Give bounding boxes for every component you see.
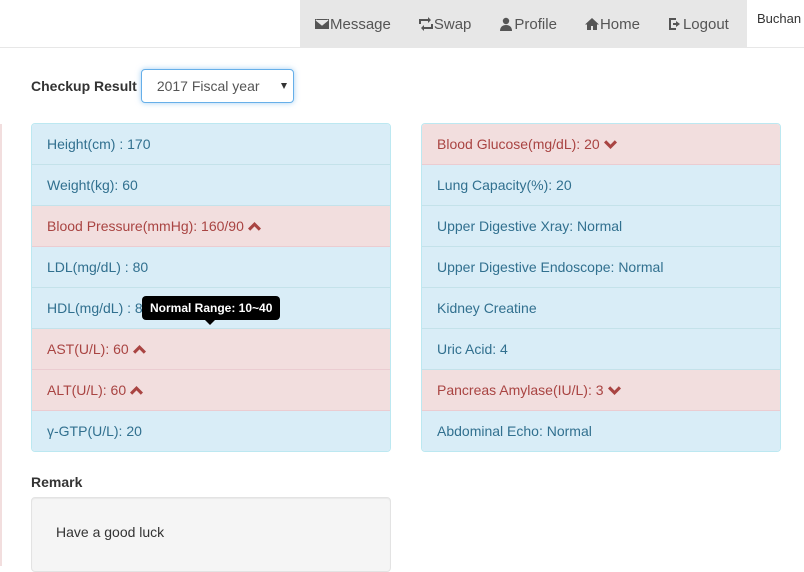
nav-menu: Message Swap Profile Home Logout bbox=[300, 0, 747, 48]
list-item: Abdominal Echo: Normal bbox=[422, 411, 780, 451]
nav-swap-label: Swap bbox=[433, 15, 472, 33]
nav-profile-label: Profile bbox=[514, 15, 557, 33]
top-navbar: Message Swap Profile Home Logout Buchan bbox=[0, 0, 804, 48]
list-item-text: LDL(mg/dL) : 80 bbox=[47, 259, 149, 275]
nav-home-label: Home bbox=[599, 15, 640, 33]
list-item-text: Upper Digestive Xray: Normal bbox=[437, 218, 623, 234]
remark-box: Have a good luck bbox=[31, 497, 391, 572]
list-item: γ-GTP(U/L): 20 bbox=[32, 411, 390, 451]
right-result-list: Blood Glucose(mg/dL): 20 Lung Capacity(%)… bbox=[421, 123, 781, 452]
list-item: Weight(kg): 60 bbox=[32, 165, 390, 206]
fiscal-year-value: 2017 Fiscal year bbox=[156, 78, 260, 94]
nav-message[interactable]: Message bbox=[300, 0, 405, 48]
chevron-down-icon bbox=[280, 83, 287, 89]
nav-swap[interactable]: Swap bbox=[405, 0, 486, 48]
list-item: LDL(mg/dL) : 80 bbox=[32, 247, 390, 288]
list-item-text: Blood Glucose(mg/dL): 20 bbox=[437, 136, 600, 152]
fiscal-year-select[interactable]: 2017 Fiscal year bbox=[140, 69, 294, 103]
list-item-text: Upper Digestive Endoscope: Normal bbox=[437, 259, 664, 275]
nav-username[interactable]: Buchan bbox=[757, 11, 801, 26]
checkup-label: Checkup Result bbox=[31, 78, 137, 94]
nav-profile[interactable]: Profile bbox=[485, 0, 571, 48]
chevron-up-icon[interactable] bbox=[247, 221, 261, 231]
home-icon bbox=[584, 18, 599, 30]
chevron-down-icon[interactable] bbox=[607, 385, 621, 395]
checkup-row: Checkup Result 2017 Fiscal year bbox=[31, 69, 294, 103]
list-item-text: Uric Acid: 4 bbox=[437, 341, 508, 357]
list-item: ALT(U/L): 60 bbox=[32, 370, 390, 411]
list-item: Pancreas Amylase(IU/L): 3 bbox=[422, 370, 780, 411]
list-item: Blood Pressure(mmHg): 160/90 bbox=[32, 206, 390, 247]
list-item-text: AST(U/L): 60 bbox=[47, 341, 129, 357]
nav-home[interactable]: Home bbox=[571, 0, 654, 48]
left-accent-bar bbox=[0, 124, 2, 566]
list-item: Height(cm) : 170 bbox=[32, 124, 390, 165]
nav-message-label: Message bbox=[330, 15, 391, 33]
logout-icon bbox=[668, 18, 680, 30]
list-item-text: ALT(U/L): 60 bbox=[47, 382, 127, 398]
list-item: Blood Glucose(mg/dL): 20 bbox=[422, 124, 780, 165]
list-item: Uric Acid: 4 bbox=[422, 329, 780, 370]
remark-label: Remark bbox=[31, 474, 83, 490]
nav-logout-label: Logout bbox=[682, 15, 729, 33]
list-item: Kidney Creatine bbox=[422, 288, 780, 329]
chevron-up-icon[interactable] bbox=[132, 344, 146, 354]
list-item: Upper Digestive Endoscope: Normal bbox=[422, 247, 780, 288]
list-item: Upper Digestive Xray: Normal bbox=[422, 206, 780, 247]
chevron-down-icon[interactable] bbox=[603, 139, 617, 149]
list-item-text: Blood Pressure(mmHg): 160/90 bbox=[47, 218, 244, 234]
list-item-text: Height(cm) : 170 bbox=[47, 136, 151, 152]
list-item-text: Weight(kg): 60 bbox=[47, 177, 138, 193]
retweet-icon bbox=[418, 17, 433, 31]
nav-logout[interactable]: Logout bbox=[654, 0, 743, 48]
remark-text: Have a good luck bbox=[56, 524, 165, 540]
list-item: AST(U/L): 60 bbox=[32, 329, 390, 370]
list-item-text: Abdominal Echo: Normal bbox=[437, 423, 592, 439]
list-item-text: Lung Capacity(%): 20 bbox=[437, 177, 572, 193]
envelope-icon bbox=[315, 19, 329, 29]
normal-range-tooltip: Normal Range: 10~40 bbox=[142, 296, 281, 325]
list-item-text: γ-GTP(U/L): 20 bbox=[47, 423, 142, 439]
list-item-text: Kidney Creatine bbox=[437, 300, 537, 316]
chevron-up-icon[interactable] bbox=[130, 385, 144, 395]
list-item: Lung Capacity(%): 20 bbox=[422, 165, 780, 206]
left-result-list: Height(cm) : 170 Weight(kg): 60 Blood Pres… bbox=[31, 123, 391, 452]
user-icon bbox=[500, 17, 513, 31]
list-item-text: HDL(mg/dL) : 8 bbox=[47, 300, 143, 316]
list-item-text: Pancreas Amylase(IU/L): 3 bbox=[437, 382, 604, 398]
